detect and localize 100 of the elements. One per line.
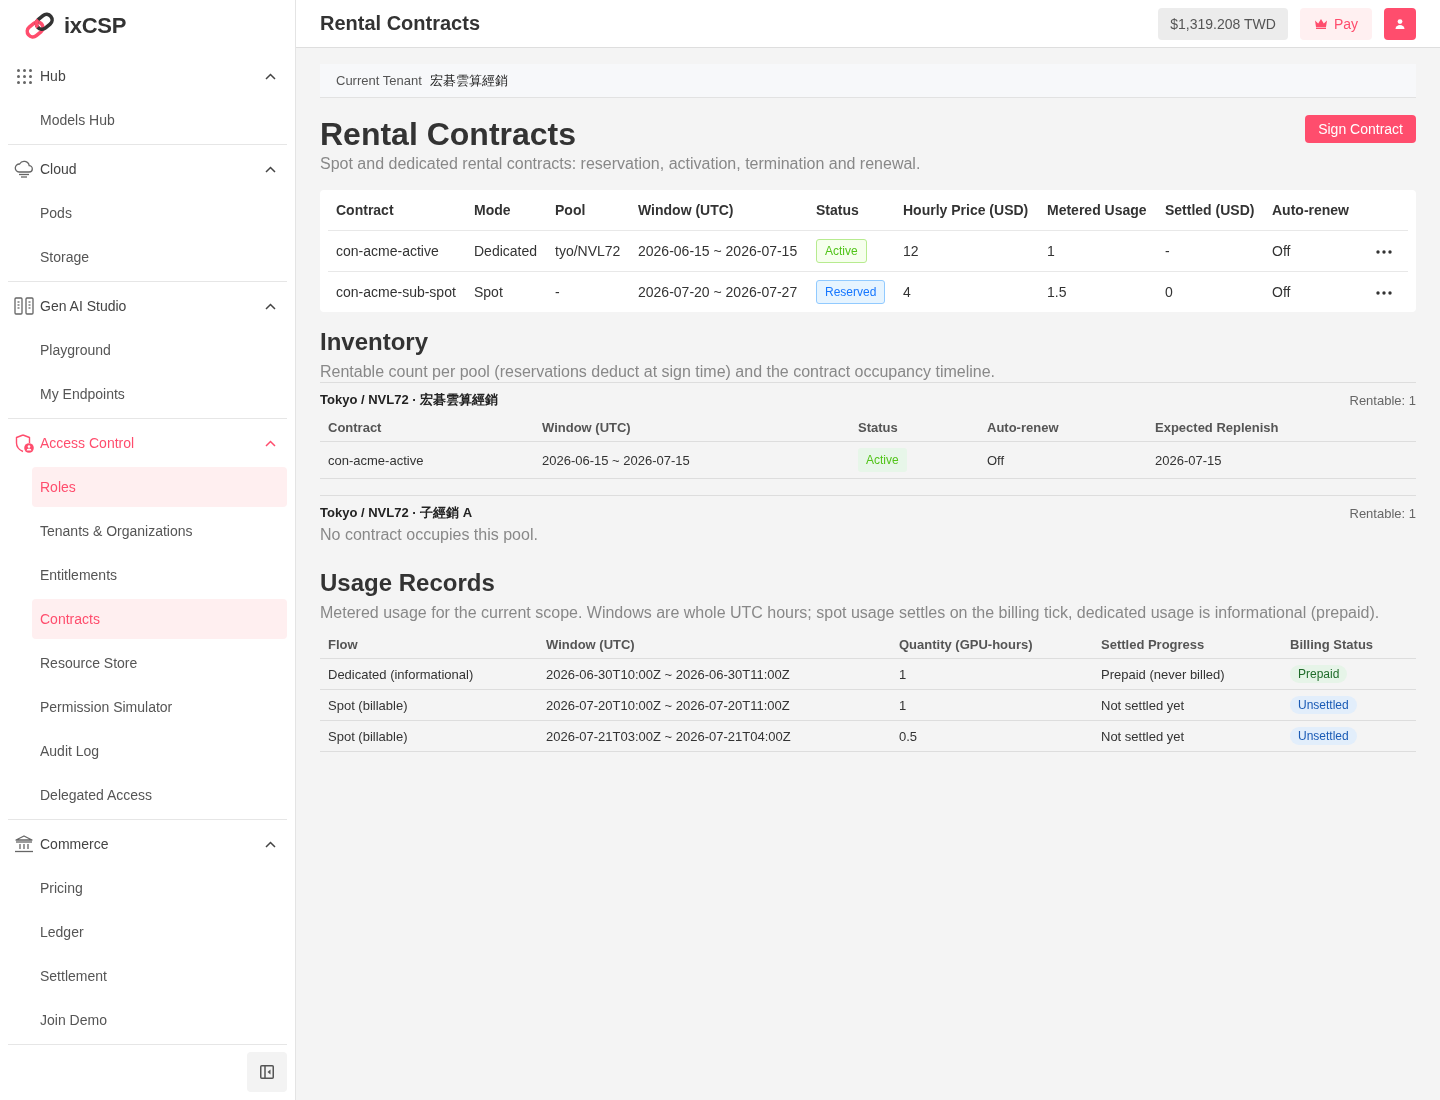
column-header: Billing Status xyxy=(1290,636,1374,652)
table-cell: 2026-07-15 xyxy=(1155,452,1222,468)
chevron-up-icon[interactable] xyxy=(265,302,276,310)
table-cell: Spot xyxy=(474,284,503,300)
column-header: Window (UTC) xyxy=(546,636,635,652)
table-cell: 2026-06-15 ~ 2026-07-15 xyxy=(638,243,798,259)
table-cell: 2026-07-20T10:00Z ~ 2026-07-20T11:00Z xyxy=(546,697,790,713)
server-icon xyxy=(14,297,34,315)
status-badge: Prepaid xyxy=(1290,665,1348,683)
status-badge: Reserved xyxy=(816,280,886,304)
table-cell: Not settled yet xyxy=(1101,697,1185,713)
nav-item[interactable]: Pricing xyxy=(32,868,287,908)
table-cell: con-acme-active xyxy=(328,452,424,468)
nav-item[interactable]: Models Hub xyxy=(32,100,287,140)
collapse-sidebar-button[interactable] xyxy=(247,1052,287,1092)
column-header: Contract xyxy=(336,202,394,218)
tenant-name: 宏碁雲算經銷 xyxy=(429,71,508,90)
nav-item[interactable]: Settlement xyxy=(32,956,287,996)
table-cell: Spot (billable) xyxy=(328,728,408,744)
chevron-up-icon[interactable] xyxy=(265,840,276,848)
table-cell: Not settled yet xyxy=(1101,728,1185,744)
column-header: Window (UTC) xyxy=(638,202,734,218)
user-button[interactable] xyxy=(1384,7,1416,40)
table-cell: Dedicated xyxy=(474,243,538,259)
nav-item[interactable]: Audit Log xyxy=(32,731,287,771)
nav-item[interactable]: Pods xyxy=(32,193,287,233)
more-icon[interactable] xyxy=(1376,291,1392,296)
nav-item[interactable]: Tenants & Organizations xyxy=(32,511,287,551)
table-cell: Off xyxy=(987,452,1005,468)
table-cell: 2026-06-15 ~ 2026-07-15 xyxy=(542,452,690,468)
table-cell: 1 xyxy=(899,697,907,713)
column-header: Auto-renew xyxy=(987,419,1059,435)
nav-group-header[interactable]: Gen AI Studio xyxy=(8,286,287,326)
nav-item[interactable]: Storage xyxy=(32,237,287,277)
brand-name: ixCSP xyxy=(64,13,127,39)
nav-item[interactable]: My Endpoints xyxy=(32,374,287,414)
column-header: Status xyxy=(816,202,859,218)
section-subtitle: Metered usage for the current scope. Windows are whole UTC hours; spot usage settles on the billing tick, dedicated usage is informational (prepaid). xyxy=(320,603,1381,623)
logo-icon xyxy=(24,12,56,40)
column-header: Settled (USD) xyxy=(1165,202,1255,218)
status-badge: Active xyxy=(858,448,907,472)
table-cell: 1 xyxy=(899,666,907,682)
nav-item[interactable]: Permission Simulator xyxy=(32,687,287,727)
column-header: Hourly Price (USD) xyxy=(903,202,1029,218)
status-badge: Active xyxy=(816,239,867,263)
table-cell: con-acme-active xyxy=(336,243,439,259)
column-header: Metered Usage xyxy=(1047,202,1147,218)
bank-icon xyxy=(14,835,34,853)
table-cell: - xyxy=(1165,243,1170,259)
more-icon[interactable] xyxy=(1376,250,1392,255)
table-cell: - xyxy=(555,284,560,300)
chevron-up-icon[interactable] xyxy=(265,165,276,173)
sidebar-collapse-icon xyxy=(260,1065,274,1079)
rentable-count: Rentable: 1 xyxy=(1349,505,1416,521)
tenant-label: Current Tenant xyxy=(336,73,422,88)
column-header: Status xyxy=(858,419,898,435)
rentable-count: Rentable: 1 xyxy=(1349,392,1416,408)
pool-title: Tokyo / NVL72 · 子經銷 A xyxy=(320,504,473,522)
nav-group-header[interactable]: Hub xyxy=(8,56,287,96)
nav-item[interactable]: Resource Store xyxy=(32,643,287,683)
cloud-icon xyxy=(14,160,34,178)
page-subtitle: Spot and dedicated rental contracts: reservation, activation, termination and renewal. xyxy=(320,154,922,174)
table-cell: 0.5 xyxy=(899,728,918,744)
table-cell: 12 xyxy=(903,243,919,259)
table-cell: Spot (billable) xyxy=(328,697,408,713)
column-header: Pool xyxy=(555,202,586,218)
column-header: Flow xyxy=(328,636,358,652)
column-header: Contract xyxy=(328,419,382,435)
chevron-up-icon[interactable] xyxy=(265,72,276,80)
column-header: Quantity (GPU-hours) xyxy=(899,636,1033,652)
column-header: Mode xyxy=(474,202,511,218)
table-cell: 1.5 xyxy=(1047,284,1067,300)
nav-group-header[interactable]: Cloud xyxy=(8,149,287,189)
grid-icon xyxy=(16,68,32,84)
table-cell: Dedicated (informational) xyxy=(328,666,474,682)
table-cell: 2026-07-21T03:00Z ~ 2026-07-21T04:00Z xyxy=(546,728,791,744)
empty-message: No contract occupies this pool. xyxy=(320,525,539,545)
column-header: Auto-renew xyxy=(1272,202,1349,218)
table-cell: tyo/NVL72 xyxy=(555,243,621,259)
account-balance: $1,319.208 TWD xyxy=(1158,7,1288,40)
nav-item[interactable]: Join Demo xyxy=(32,1000,287,1040)
nav-item[interactable]: Entitlements xyxy=(32,555,287,595)
nav-item[interactable]: Ledger xyxy=(32,912,287,952)
table-cell: Off xyxy=(1272,243,1291,259)
header-title: Rental Contracts xyxy=(320,12,481,35)
status-badge: Unsettled xyxy=(1290,696,1357,714)
person-icon xyxy=(1395,18,1405,29)
section-title: Inventory xyxy=(320,327,430,357)
table-cell: Prepaid (never billed) xyxy=(1101,666,1225,682)
table-cell: 2026-07-20 ~ 2026-07-27 xyxy=(638,284,798,300)
crown-icon xyxy=(1313,18,1328,29)
column-header: Expected Replenish xyxy=(1155,419,1279,435)
nav-group-header[interactable]: Commerce xyxy=(8,824,287,864)
section-title: Usage Records xyxy=(320,568,496,598)
column-header: Window (UTC) xyxy=(542,419,631,435)
table-cell: 4 xyxy=(903,284,911,300)
section-subtitle: Rentable count per pool (reservations deduct at sign time) and the contract occupancy timeline. xyxy=(320,362,997,382)
nav-item[interactable]: Playground xyxy=(32,330,287,370)
nav-item[interactable]: Delegated Access xyxy=(32,775,287,815)
status-badge: Unsettled xyxy=(1290,727,1357,745)
